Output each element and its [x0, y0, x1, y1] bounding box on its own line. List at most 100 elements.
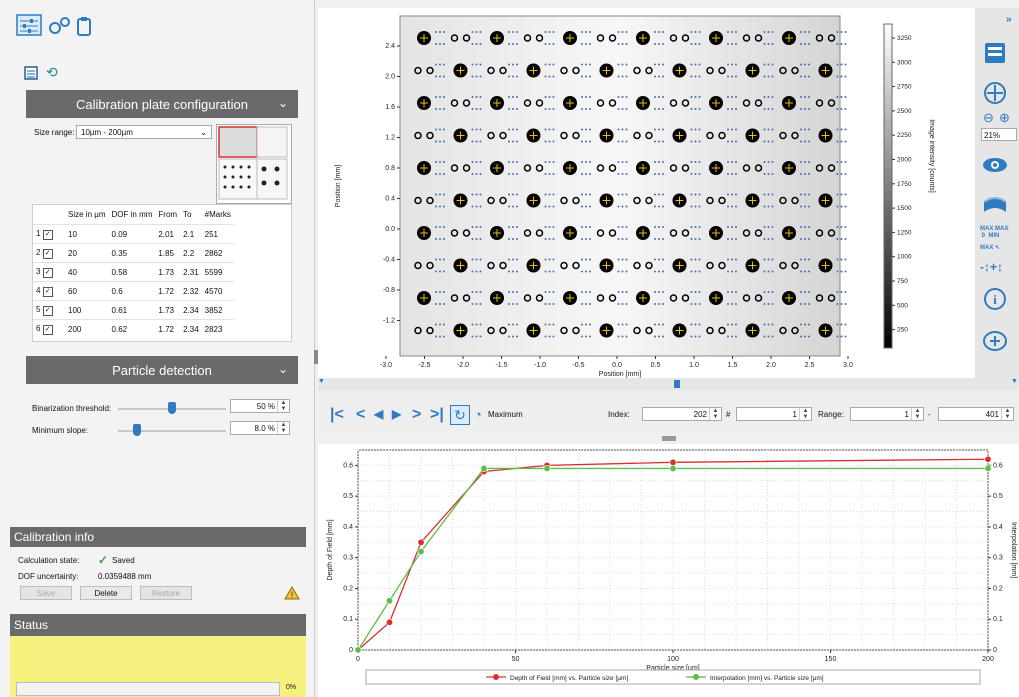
info-icon[interactable]: i — [980, 286, 1010, 312]
maximum-label[interactable]: Maximum — [488, 410, 523, 419]
data-point[interactable] — [984, 464, 992, 472]
checkbox[interactable]: ✓ — [42, 305, 53, 316]
panel-icon[interactable] — [980, 40, 1010, 66]
scrollbar-thumb[interactable] — [674, 380, 680, 388]
range-to-input[interactable]: 401 ▲ ▼ — [938, 407, 1014, 421]
binarization-slider[interactable] — [118, 398, 226, 416]
range-from-input[interactable]: 1 ▲ ▼ — [850, 407, 924, 421]
first-frame-icon[interactable]: |< — [330, 406, 344, 424]
data-point[interactable] — [543, 464, 551, 472]
mark — [731, 161, 733, 163]
minimum-slope-input[interactable]: 8.0 % ▲ ▼ — [230, 421, 290, 435]
table-row[interactable]: 1 ✓ 10 0.09 2.01 2.1 251 — [33, 224, 234, 244]
max-cursor-icon[interactable]: MAX ↖ — [980, 244, 1000, 251]
table-row[interactable]: 3 ✓ 40 0.58 1.73 2.31 5599 — [33, 262, 234, 282]
gears-icon[interactable] — [47, 16, 71, 41]
data-point[interactable] — [417, 548, 425, 556]
mark — [471, 238, 474, 240]
save-button[interactable]: Save — [20, 586, 72, 600]
mark — [771, 108, 774, 110]
zoom-select[interactable]: 21% — [981, 128, 1017, 141]
data-point[interactable] — [386, 618, 394, 626]
spin-arrows-icon[interactable]: ▲ ▼ — [911, 408, 923, 420]
mark — [508, 96, 510, 98]
play-back-icon[interactable]: ◀ — [374, 407, 383, 421]
last-frame-icon[interactable]: >| — [430, 406, 444, 424]
col-size: Size in µm — [68, 210, 106, 219]
mark — [589, 303, 591, 305]
table-row[interactable]: 6 ✓ 200 0.62 1.72 2.34 2823 — [33, 319, 234, 338]
plate-preview[interactable] — [216, 124, 292, 204]
add-marker-icon[interactable] — [980, 328, 1010, 354]
adjust-icon[interactable]: -↕+↕ — [980, 260, 1003, 274]
particle-detection-header[interactable]: Particle detection ⌄ — [26, 356, 298, 384]
table-row[interactable]: 5 ✓ 100 0.61 1.73 2.34 3852 — [33, 300, 234, 320]
mark — [516, 108, 518, 110]
table-row[interactable]: 2 ✓ 20 0.35 1.85 2.2 2862 — [33, 243, 234, 263]
next-frame-icon[interactable]: > — [412, 406, 421, 424]
mark — [804, 335, 806, 338]
loop-icon[interactable]: ↻ — [450, 405, 470, 425]
image-view[interactable]: -3.0 -2.5 -2.0 -1.5 -1.0 -0.5 0.0 0.5 1.0 1.5 2.0 2… — [318, 8, 1019, 388]
dof-chart[interactable]: 0 50 100 150 200 0 0 0.1 0.1 0.2 0.2 0.3 0.3 0.4 0.4 0.… — [318, 444, 1019, 697]
restore-button[interactable]: Restore — [140, 586, 192, 600]
mark — [581, 205, 583, 208]
spin-arrows-icon[interactable]: ▲ ▼ — [709, 408, 721, 420]
spin-arrows-icon[interactable]: ▲ ▼ — [277, 422, 289, 434]
pan-icon[interactable] — [980, 80, 1010, 106]
refresh-icon[interactable]: ⟲ — [46, 64, 58, 81]
calc-state-label: Calculation state: — [18, 556, 80, 565]
checkbox[interactable]: ✓ — [42, 248, 53, 259]
data-point[interactable] — [386, 597, 394, 605]
splitter-handle[interactable] — [662, 436, 676, 441]
max-min-icon[interactable]: MAX MAX 0 MIN — [980, 226, 1008, 240]
data-point[interactable] — [669, 464, 677, 472]
frame-scrollbar[interactable]: ▼ ▼ — [318, 378, 1019, 390]
data-point[interactable] — [354, 646, 362, 654]
slider-thumb[interactable] — [168, 402, 176, 414]
mark — [512, 96, 514, 98]
delete-button[interactable]: Delete — [80, 586, 132, 600]
clipboard-icon[interactable] — [76, 16, 92, 41]
mark — [662, 291, 664, 293]
zoom-out-icon[interactable]: ⊖ — [983, 110, 994, 126]
index-input[interactable]: 202 ▲ ▼ — [642, 407, 722, 421]
mark — [658, 303, 660, 305]
chevron-down-icon[interactable]: ⌄ — [278, 96, 288, 110]
minimum-slope-slider[interactable] — [118, 420, 226, 438]
spin-arrows-icon[interactable]: ▲ ▼ — [799, 408, 811, 420]
mark — [800, 128, 802, 131]
eye-icon[interactable] — [980, 152, 1010, 178]
mark — [589, 335, 591, 338]
slider-thumb[interactable] — [133, 424, 141, 436]
spin-arrows-icon[interactable]: ▲ ▼ — [277, 400, 289, 412]
mark — [662, 258, 664, 261]
checkbox[interactable]: ✓ — [42, 286, 53, 297]
binarization-input[interactable]: 50 % ▲ ▼ — [230, 399, 290, 413]
spin-arrows-icon[interactable]: ▲ ▼ — [1001, 408, 1013, 420]
table-row[interactable]: 4 ✓ 60 0.6 1.72 2.32 4570 — [33, 281, 234, 301]
list-settings-icon[interactable] — [24, 66, 38, 82]
warning-icon[interactable]: ! — [284, 586, 300, 602]
cell-marks: 4570 — [201, 281, 234, 301]
checkbox[interactable]: ✓ — [42, 324, 53, 335]
data-point[interactable] — [669, 458, 677, 466]
colormap-icon[interactable] — [980, 192, 1010, 218]
gauge-icon[interactable]: ◔ — [474, 407, 482, 422]
play-icon[interactable]: ▶ — [392, 407, 401, 421]
double-chevron-icon[interactable]: » — [1006, 14, 1012, 25]
zoom-in-icon[interactable]: ⊕ — [999, 110, 1010, 126]
checkbox[interactable]: ✓ — [42, 229, 53, 240]
step-input[interactable]: 1 ▲ ▼ — [736, 407, 812, 421]
chevron-down-icon[interactable]: ⌄ — [278, 362, 288, 376]
data-point[interactable] — [417, 538, 425, 546]
data-point[interactable] — [480, 464, 488, 472]
mark — [508, 258, 510, 261]
calibration-config-header[interactable]: Calibration plate configuration ⌄ — [26, 90, 298, 118]
sliders-icon[interactable] — [16, 14, 42, 41]
prev-frame-icon[interactable]: < — [356, 406, 365, 424]
mark — [804, 303, 806, 305]
size-range-select[interactable]: 10µm - 200µm ⌄ — [76, 125, 212, 139]
checkbox[interactable]: ✓ — [42, 267, 53, 278]
data-point[interactable] — [984, 455, 992, 463]
